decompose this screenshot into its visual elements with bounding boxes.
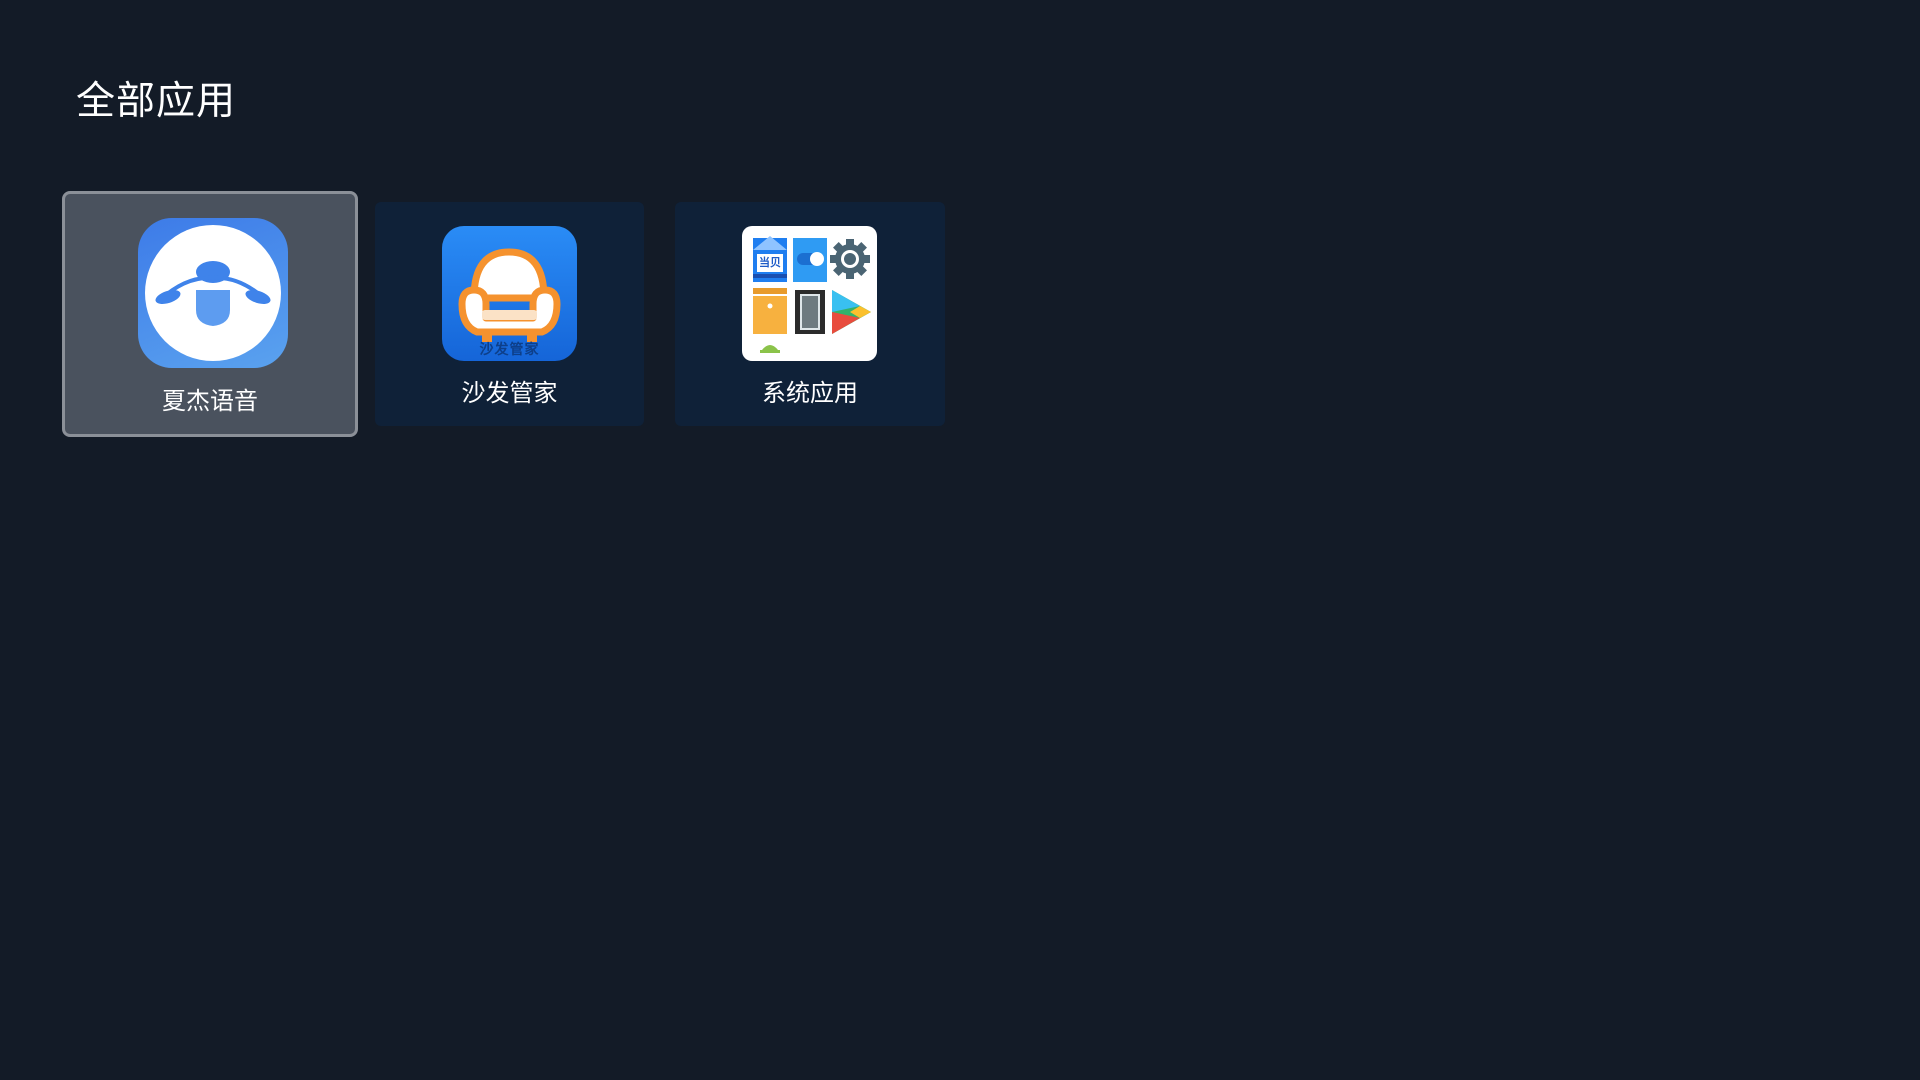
page-title: 全部应用 <box>76 79 237 124</box>
sofa-icon-caption: 沙发管家 <box>479 342 540 358</box>
app-name: 系统应用 <box>762 379 858 407</box>
sofa-icon: 沙发管家 <box>442 226 577 361</box>
dangbei-caption: 当贝 <box>759 256 781 269</box>
app-tile-xiajie-voice[interactable]: 夏杰语音 <box>62 191 358 437</box>
app-name: 沙发管家 <box>461 379 558 407</box>
app-name: 夏杰语音 <box>162 387 258 415</box>
app-tile-sofa-butler[interactable]: 沙发管家 沙发管家 <box>375 202 644 426</box>
app-tile-system-apps[interactable]: 当贝 系统应用 <box>675 202 945 426</box>
voice-assistant-icon <box>138 218 288 368</box>
system-apps-folder-icon: 当贝 <box>742 226 877 361</box>
